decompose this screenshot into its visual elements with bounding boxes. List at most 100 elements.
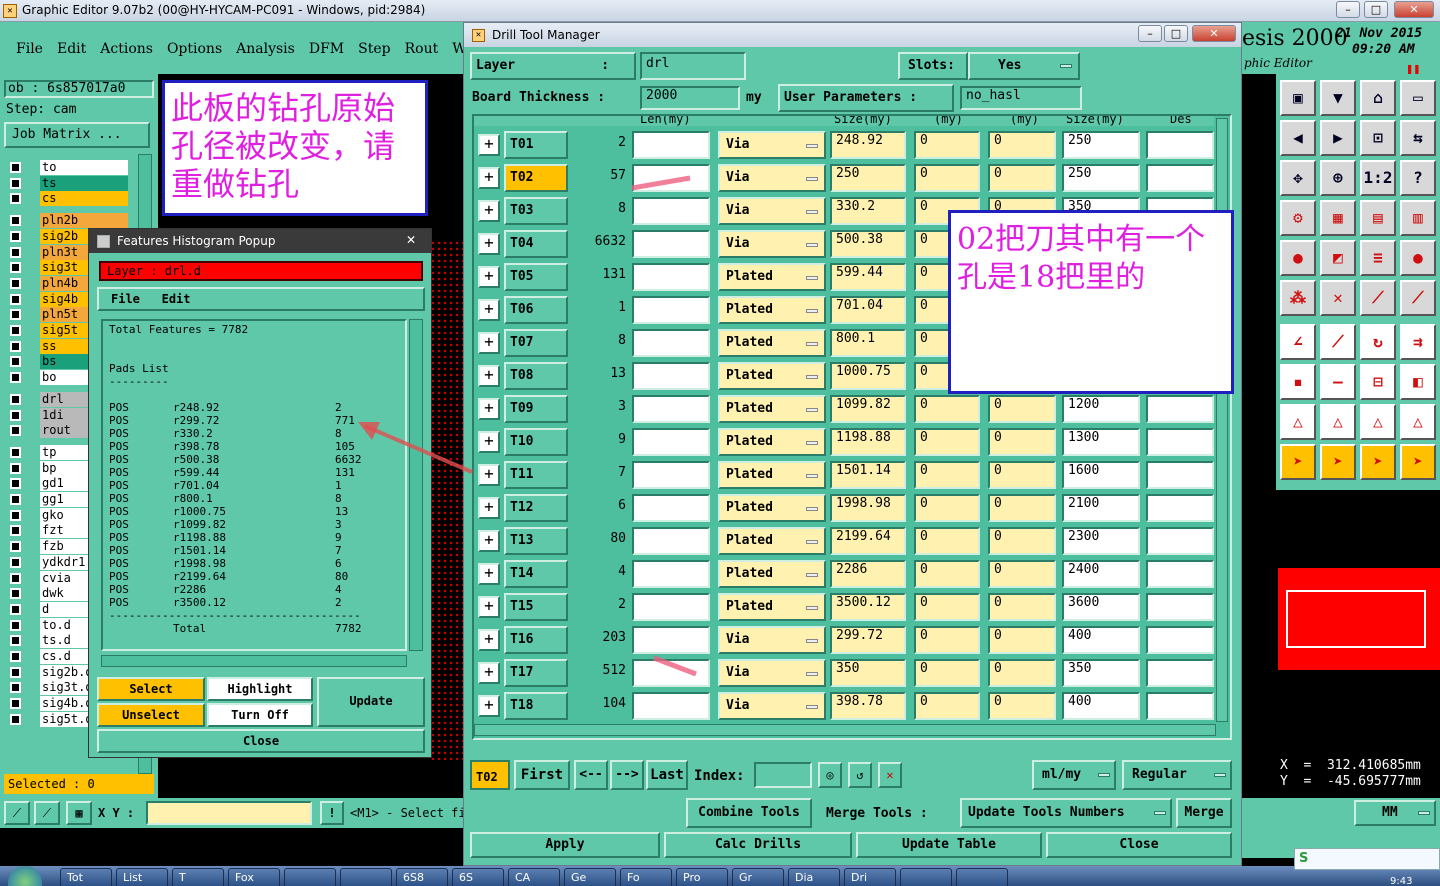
taskbar-item[interactable]: Gr: [732, 868, 784, 886]
split-icon[interactable]: ⇉: [1400, 324, 1436, 360]
frame-icon-glyph: ⊟: [1373, 372, 1383, 391]
select-node-icon[interactable]: ▪: [1280, 364, 1316, 400]
angle-icon[interactable]: ∠: [1280, 324, 1316, 360]
edit-shape-icon-glyph: ◩: [1333, 248, 1343, 267]
home-icon[interactable]: ⌂: [1360, 80, 1396, 116]
taskbar-item[interactable]: [956, 868, 1008, 886]
taskbar-item[interactable]: Fox: [228, 868, 280, 886]
window-icon-glyph: ▭: [1413, 88, 1423, 107]
taskbar-items: Tot List T Fox 6S8 6S CA Ge Fo Pro Gr Dia Dri: [60, 866, 1280, 886]
group-icon-glyph: ◧: [1413, 372, 1423, 391]
group-icon[interactable]: ◧: [1400, 364, 1436, 400]
settings-icon-glyph: ⚙: [1293, 208, 1303, 227]
start-button[interactable]: [8, 866, 42, 886]
split-icon-glyph: ⇉: [1413, 332, 1423, 351]
move-right-icon[interactable]: ▶: [1320, 120, 1356, 156]
taskbar-item[interactable]: Ge: [564, 868, 616, 886]
arc-icon[interactable]: △: [1320, 404, 1356, 440]
overview-frame: [1286, 590, 1426, 648]
settings-icon[interactable]: ⚙: [1280, 200, 1316, 236]
cross-icon[interactable]: ✕: [1320, 280, 1356, 316]
node-icon-glyph: ⟋: [1412, 288, 1424, 307]
units-selector-icon: [1418, 811, 1430, 815]
triangle-icon-glyph: △: [1293, 412, 1303, 431]
units-selector[interactable]: MM: [1354, 800, 1436, 826]
snap-icon[interactable]: ▥: [1400, 200, 1436, 236]
taskbar: Tot List T Fox 6S8 6S CA Ge Fo Pro Gr Dia Dri 9:43: [0, 866, 1440, 886]
taskbar-item[interactable]: [900, 868, 952, 886]
rotate-icon-glyph: ↻: [1373, 332, 1383, 351]
connect-icon[interactable]: ⁂: [1280, 280, 1316, 316]
taskbar-item[interactable]: Pro: [676, 868, 728, 886]
layers-icon[interactable]: ▤: [1360, 200, 1396, 236]
ruler-icon[interactable]: ≡: [1360, 240, 1396, 276]
ime-icon[interactable]: S: [1299, 851, 1308, 866]
annotation-arrows: [358, 175, 697, 677]
ruler-icon-glyph: ≡: [1373, 248, 1383, 267]
move-right-icon-glyph: ▶: [1333, 128, 1343, 147]
taskbar-item[interactable]: 6S8: [396, 868, 448, 886]
shape-icon[interactable]: ●: [1280, 240, 1316, 276]
zoom-in-icon[interactable]: ▼: [1320, 80, 1356, 116]
grid-icon[interactable]: ▦: [1320, 200, 1356, 236]
pan-icon[interactable]: ✥: [1280, 160, 1316, 196]
zoom-home-icon[interactable]: ▣: [1280, 80, 1316, 116]
taskbar-item[interactable]: Dia: [788, 868, 840, 886]
arrow-to-histogram: [364, 424, 473, 474]
select-node-icon-glyph: ▪: [1293, 372, 1303, 391]
taskbar-item[interactable]: CA: [508, 868, 560, 886]
taskbar-item[interactable]: List: [116, 868, 168, 886]
taskbar-item[interactable]: Dri: [844, 868, 896, 886]
taskbar-item[interactable]: [284, 868, 336, 886]
cursor-multi-icon[interactable]: ➤: [1400, 444, 1436, 480]
arrow-to-t02: [631, 175, 691, 191]
cursor-icon-glyph: ➤: [1293, 452, 1303, 471]
zoom-in-icon-glyph: ▼: [1333, 88, 1343, 107]
node-icon[interactable]: ⟋: [1400, 280, 1436, 316]
home-icon-glyph: ⌂: [1373, 88, 1383, 107]
right-black-area: [1276, 490, 1440, 568]
cursor-zoom-icon-glyph: ➤: [1373, 452, 1383, 471]
taskbar-item[interactable]: [340, 868, 392, 886]
minus-icon[interactable]: —: [1320, 364, 1356, 400]
rotate-icon[interactable]: ↻: [1360, 324, 1396, 360]
taskbar-item[interactable]: 6S: [452, 868, 504, 886]
move-left-icon[interactable]: ◀: [1280, 120, 1316, 156]
swap-icon[interactable]: ⇆: [1400, 120, 1436, 156]
triangle-icon[interactable]: △: [1280, 404, 1316, 440]
angle-icon-glyph: ∠: [1293, 332, 1303, 351]
line-node-icon-glyph: ⟋: [1372, 288, 1384, 307]
zoom-fit-icon[interactable]: ⊡: [1360, 120, 1396, 156]
diagonal-icon[interactable]: ⟋: [1320, 324, 1356, 360]
route-icon[interactable]: △: [1360, 404, 1396, 440]
edit-shape-icon[interactable]: ◩: [1320, 240, 1356, 276]
shape-icon-glyph: ●: [1293, 248, 1303, 267]
cursor-zoom-icon[interactable]: ➤: [1360, 444, 1396, 480]
cursor-box-icon[interactable]: ➤: [1320, 444, 1356, 480]
help-icon[interactable]: ?: [1400, 160, 1436, 196]
slope-icon[interactable]: △: [1400, 404, 1436, 440]
zoom-fit-icon-glyph: ⊡: [1373, 128, 1383, 147]
circle-icon[interactable]: ●: [1400, 240, 1436, 276]
diagonal-icon-glyph: ⟋: [1332, 332, 1344, 351]
y-readout: Y = -45.695777mm: [1280, 774, 1421, 789]
pan-icon-glyph: ✥: [1293, 168, 1303, 187]
overview-panel[interactable]: [1278, 568, 1440, 670]
route-icon-glyph: △: [1373, 412, 1383, 431]
scale-icon[interactable]: 1:2: [1360, 160, 1396, 196]
window-icon[interactable]: ▭: [1400, 80, 1436, 116]
frame-icon[interactable]: ⊟: [1360, 364, 1396, 400]
taskbar-item[interactable]: T: [172, 868, 224, 886]
arc-icon-glyph: △: [1333, 412, 1343, 431]
line-node-icon[interactable]: ⟋: [1360, 280, 1396, 316]
cross-icon-glyph: ✕: [1333, 288, 1343, 307]
grid-icon-glyph: ▦: [1333, 208, 1343, 227]
x-readout: X = 312.410685mm: [1280, 758, 1421, 773]
arrow-to-t17: [653, 655, 697, 677]
taskbar-item[interactable]: Fo: [620, 868, 672, 886]
snap-icon-glyph: ▥: [1413, 208, 1423, 227]
taskbar-item[interactable]: Tot: [60, 868, 112, 886]
coordinate-panel: X = 312.410685mm Y = -45.695777mm: [1276, 670, 1440, 798]
center-icon[interactable]: ⊕: [1320, 160, 1356, 196]
cursor-icon[interactable]: ➤: [1280, 444, 1316, 480]
